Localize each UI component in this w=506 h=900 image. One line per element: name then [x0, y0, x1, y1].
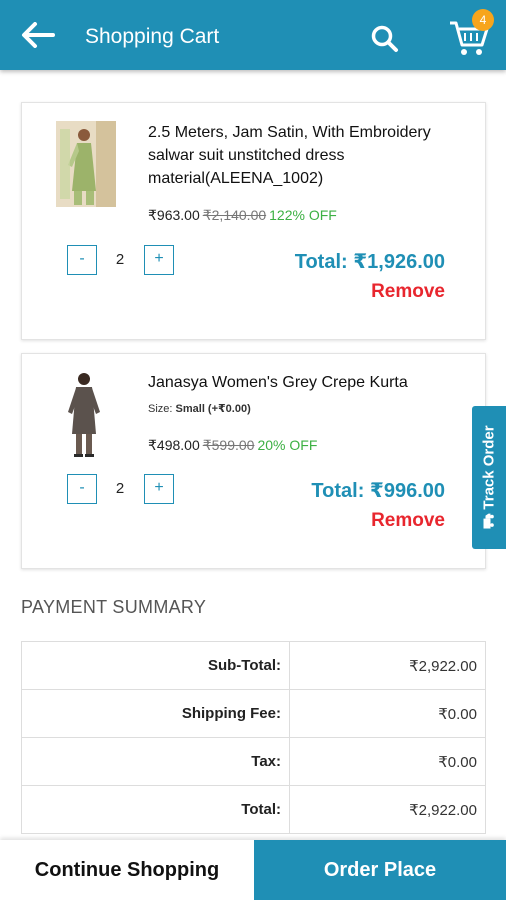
table-row: Tax: ₹0.00 [21, 737, 486, 786]
search-button[interactable] [368, 22, 402, 56]
price-row: ₹498.00 ₹599.00 20% OFF [148, 437, 317, 454]
table-row: Shipping Fee: ₹0.00 [21, 689, 486, 738]
table-row: Total: ₹2,922.00 [21, 785, 486, 834]
line-total: Total: ₹1,926.00 [294, 251, 445, 273]
order-place-button[interactable]: Order Place [254, 840, 506, 900]
product-size: Size: Small (+₹0.00) [148, 402, 251, 415]
summary-label: Shipping Fee: [21, 689, 290, 738]
summary-label: Total: [21, 785, 290, 834]
original-price: ₹599.00 [202, 437, 255, 453]
summary-value: ₹2,922.00 [289, 641, 486, 690]
discount-label: 122% OFF [269, 207, 337, 223]
product-name[interactable]: Janasya Women's Grey Crepe Kurta [148, 371, 467, 394]
qty-decrease-button[interactable]: - [67, 245, 97, 275]
search-icon [371, 25, 398, 52]
summary-value: ₹2,922.00 [289, 785, 486, 834]
cart-item: Janasya Women's Grey Crepe Kurta Size: S… [21, 353, 486, 569]
summary-value: ₹0.00 [289, 737, 486, 786]
product-image[interactable] [62, 370, 106, 460]
qty-value: 2 [115, 251, 125, 268]
summary-label: Sub-Total: [21, 641, 290, 690]
app-bar: Shopping Cart 4 [0, 0, 506, 70]
table-row: Sub-Total: ₹2,922.00 [21, 641, 486, 690]
original-price: ₹2,140.00 [202, 207, 267, 223]
truck-icon [483, 513, 494, 529]
summary-label: Tax: [21, 737, 290, 786]
size-value: Small (+₹0.00) [175, 403, 251, 415]
cart-count-badge: 4 [472, 9, 494, 31]
qty-increase-button[interactable]: + [144, 474, 174, 504]
sale-price: ₹498.00 [148, 437, 200, 453]
line-total: Total: ₹996.00 [311, 480, 445, 502]
payment-summary-table: Sub-Total: ₹2,922.00 Shipping Fee: ₹0.00… [21, 641, 486, 834]
arrow-left-icon [22, 22, 55, 48]
product-image[interactable] [56, 121, 116, 207]
qty-increase-button[interactable]: + [144, 245, 174, 275]
qty-decrease-button[interactable]: - [67, 474, 97, 504]
size-label: Size: [148, 403, 173, 415]
qty-value: 2 [115, 480, 125, 497]
remove-button[interactable]: Remove [371, 510, 445, 532]
track-order-label: Track Order [481, 425, 498, 529]
summary-value: ₹0.00 [289, 689, 486, 738]
back-button[interactable] [18, 18, 58, 52]
track-order-tab[interactable]: Track Order [472, 406, 506, 549]
continue-shopping-button[interactable]: Continue Shopping [0, 840, 254, 900]
price-row: ₹963.00 ₹2,140.00 122% OFF [148, 207, 337, 224]
cart-item: 2.5 Meters, Jam Satin, With Embroidery s… [21, 102, 486, 340]
bottom-action-bar: Continue Shopping Order Place [0, 840, 506, 900]
remove-button[interactable]: Remove [371, 281, 445, 303]
product-name[interactable]: 2.5 Meters, Jam Satin, With Embroidery s… [148, 121, 467, 190]
discount-label: 20% OFF [257, 437, 318, 453]
page-title: Shopping Cart [85, 25, 220, 48]
sale-price: ₹963.00 [148, 207, 200, 223]
payment-summary-title: PAYMENT SUMMARY [21, 597, 207, 617]
